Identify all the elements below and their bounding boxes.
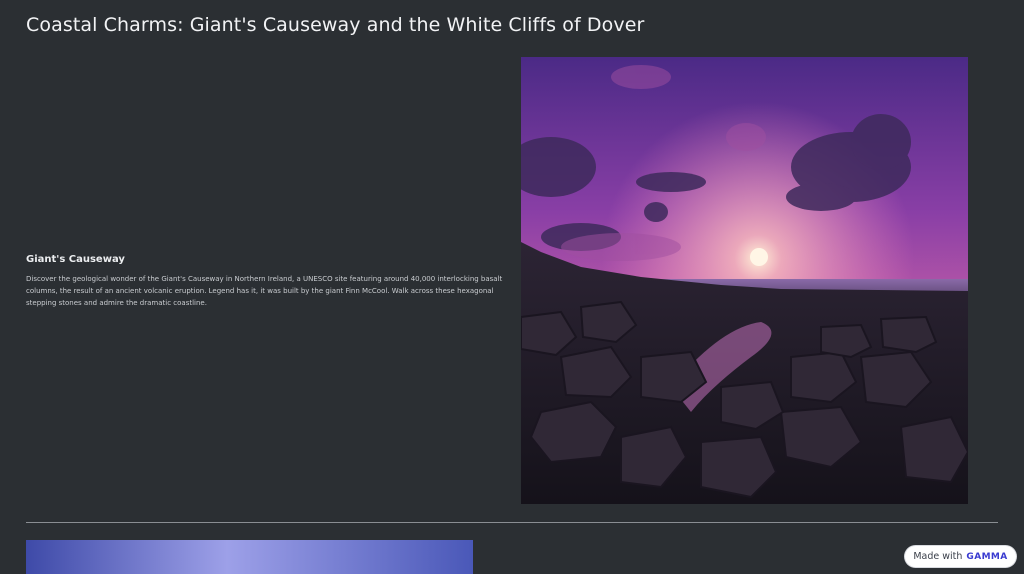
page-title: Coastal Charms: Giant's Causeway and the… — [26, 14, 645, 36]
section-text-block: Giant's Causeway Discover the geological… — [26, 254, 506, 309]
gamma-logo: GAMMA — [966, 551, 1008, 562]
section-heading: Giant's Causeway — [26, 254, 125, 265]
badge-prefix: Made with — [913, 551, 963, 562]
made-with-gamma-badge[interactable]: Made with GAMMA — [905, 546, 1016, 567]
giants-causeway-sunset-image — [521, 57, 968, 504]
white-cliffs-image — [26, 540, 473, 574]
section-divider — [26, 522, 998, 523]
section-description: Discover the geological wonder of the Gi… — [26, 275, 503, 307]
